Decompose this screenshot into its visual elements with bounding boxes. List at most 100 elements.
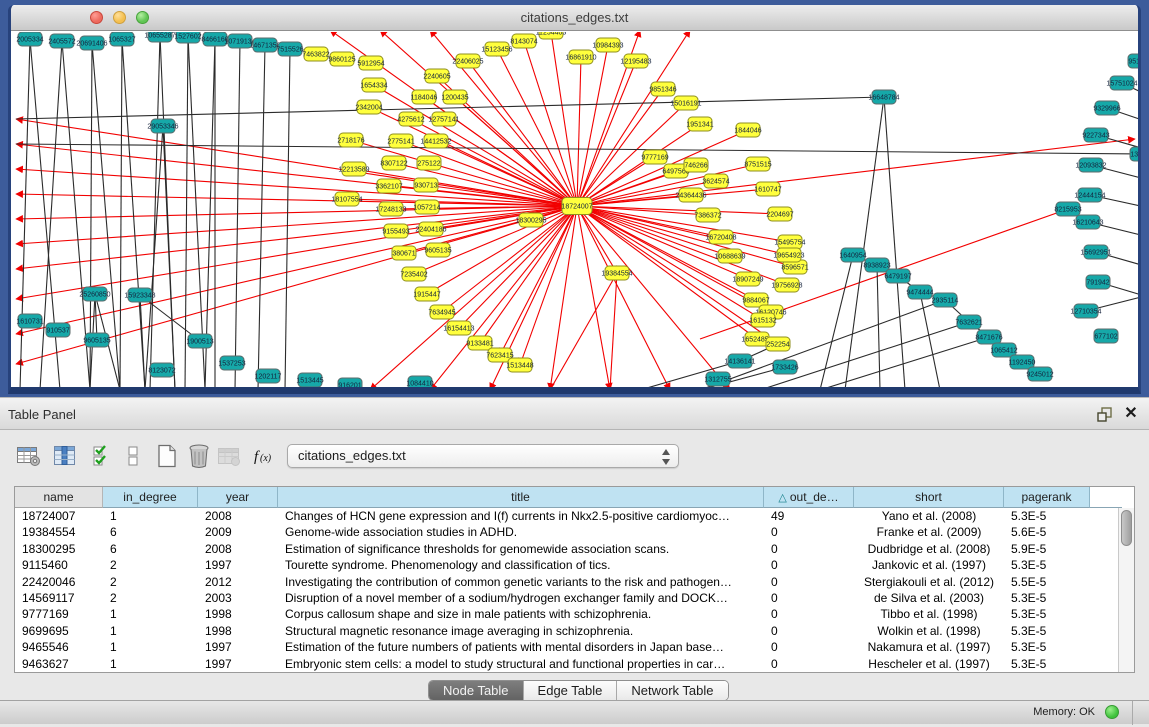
network-canvas[interactable]: 1872400722406051184046427561227751418307…	[11, 32, 1138, 387]
column-header-out-de-[interactable]: △out_de…	[764, 487, 854, 508]
cell-year[interactable]: 2008	[198, 541, 278, 557]
table-row[interactable]: 2242004622012Investigating the contribut…	[15, 574, 1118, 590]
cell-pagerank[interactable]: 5.3E-5	[1004, 606, 1090, 622]
cell-short[interactable]: Stergiakouli et al. (2012)	[854, 574, 1004, 590]
float-window-icon[interactable]	[1095, 405, 1115, 423]
cell-pagerank[interactable]: 5.3E-5	[1004, 623, 1090, 639]
table-row[interactable]: 1938455462009Genome-wide association stu…	[15, 524, 1118, 540]
cell-short[interactable]: Yano et al. (2008)	[854, 508, 1004, 524]
cell-short[interactable]: Franke et al. (2009)	[854, 524, 1004, 540]
cell-short[interactable]: Dudbridge et al. (2008)	[854, 541, 1004, 557]
scrollbar-thumb[interactable]	[1121, 510, 1132, 546]
cell-in-degree[interactable]: 1	[103, 606, 198, 622]
cell-out-de-[interactable]: 0	[764, 541, 854, 557]
cell-title[interactable]: Embryonic stem cells: a model to study s…	[278, 656, 764, 672]
cell-in-degree[interactable]: 1	[103, 508, 198, 524]
function-builder-button[interactable]: f (x)	[250, 440, 280, 472]
table-row[interactable]: 946362711997Embryonic stem cells: a mode…	[15, 656, 1118, 672]
cell-out-de-[interactable]: 0	[764, 524, 854, 540]
cell-title[interactable]: Investigating the contribution of common…	[278, 574, 764, 590]
cell-short[interactable]: de Silva et al. (2003)	[854, 590, 1004, 606]
cell-out-de-[interactable]: 0	[764, 557, 854, 573]
cell-title[interactable]: Estimation of significance thresholds fo…	[278, 541, 764, 557]
tab-network-table[interactable]: Network Table	[617, 681, 727, 700]
cell-out-de-[interactable]: 0	[764, 623, 854, 639]
cell-title[interactable]: Structural magnetic resonance image aver…	[278, 623, 764, 639]
cell-year[interactable]: 1997	[198, 656, 278, 672]
cell-out-de-[interactable]: 0	[764, 590, 854, 606]
column-header-short[interactable]: short	[854, 487, 1004, 508]
table-select-dropdown[interactable]: citations_edges.txt	[287, 444, 679, 468]
cell-pagerank[interactable]: 5.9E-5	[1004, 541, 1090, 557]
cell-pagerank[interactable]: 5.3E-5	[1004, 508, 1090, 524]
cell-pagerank[interactable]: 5.3E-5	[1004, 557, 1090, 573]
cell-name[interactable]: 9777169	[15, 606, 103, 622]
table-row[interactable]: 946554611997Estimation of the future num…	[15, 639, 1118, 655]
delete-column-button[interactable]	[184, 440, 214, 472]
show-selected-columns-button[interactable]	[50, 440, 80, 472]
cell-in-degree[interactable]: 2	[103, 590, 198, 606]
delete-table-button[interactable]	[214, 440, 244, 472]
cell-in-degree[interactable]: 1	[103, 623, 198, 639]
cell-name[interactable]: 9465546	[15, 639, 103, 655]
cell-year[interactable]: 1998	[198, 606, 278, 622]
cell-name[interactable]: 14569117	[15, 590, 103, 606]
cell-year[interactable]: 2008	[198, 508, 278, 524]
cell-name[interactable]: 9115460	[15, 557, 103, 573]
column-header-title[interactable]: title	[278, 487, 764, 508]
cell-name[interactable]: 22420046	[15, 574, 103, 590]
window-titlebar[interactable]: citations_edges.txt	[11, 5, 1138, 31]
cell-year[interactable]: 1998	[198, 623, 278, 639]
vertical-scrollbar[interactable]	[1118, 508, 1134, 672]
table-row[interactable]: 977716911998Corpus callosum shape and si…	[15, 606, 1118, 622]
cell-short[interactable]: Tibbo et al. (1998)	[854, 606, 1004, 622]
cell-name[interactable]: 18724007	[15, 508, 103, 524]
cell-title[interactable]: Corpus callosum shape and size in male p…	[278, 606, 764, 622]
cell-short[interactable]: Wolkin et al. (1998)	[854, 623, 1004, 639]
cell-short[interactable]: Hescheler et al. (1997)	[854, 656, 1004, 672]
cell-out-de-[interactable]: 0	[764, 639, 854, 655]
cell-in-degree[interactable]: 6	[103, 524, 198, 540]
cell-out-de-[interactable]: 49	[764, 508, 854, 524]
cell-name[interactable]: 19384554	[15, 524, 103, 540]
cell-year[interactable]: 2003	[198, 590, 278, 606]
cell-out-de-[interactable]: 0	[764, 574, 854, 590]
cell-pagerank[interactable]: 5.6E-5	[1004, 524, 1090, 540]
node-attribute-table[interactable]: namein_degreeyeartitle△out_de…shortpager…	[14, 486, 1135, 673]
close-icon[interactable]: ✕	[1122, 404, 1140, 424]
tab-edge-table[interactable]: Edge Table	[524, 681, 618, 700]
table-row[interactable]: 1872400712008Changes of HCN gene express…	[15, 508, 1118, 524]
cell-out-de-[interactable]: 0	[764, 606, 854, 622]
deselect-all-button[interactable]	[118, 440, 148, 472]
column-header-in-degree[interactable]: in_degree	[103, 487, 198, 508]
network-view-window[interactable]: citations_edges.txt 18724007224060511840…	[8, 5, 1141, 394]
column-header-pagerank[interactable]: pagerank	[1004, 487, 1090, 508]
cell-name[interactable]: 9699695	[15, 623, 103, 639]
cell-title[interactable]: Disruption of a novel member of a sodium…	[278, 590, 764, 606]
cell-in-degree[interactable]: 2	[103, 557, 198, 573]
cell-year[interactable]: 2009	[198, 524, 278, 540]
table-row[interactable]: 969969511998Structural magnetic resonanc…	[15, 623, 1118, 639]
cell-in-degree[interactable]: 1	[103, 639, 198, 655]
cell-title[interactable]: Changes of HCN gene expression and I(f) …	[278, 508, 764, 524]
table-row[interactable]: 1830029562008Estimation of significance …	[15, 541, 1118, 557]
new-column-button[interactable]	[152, 440, 182, 472]
cell-short[interactable]: Nakamura et al. (1997)	[854, 639, 1004, 655]
table-row[interactable]: 911546021997Tourette syndrome. Phenomeno…	[15, 557, 1118, 573]
cell-name[interactable]: 18300295	[15, 541, 103, 557]
cell-year[interactable]: 2012	[198, 574, 278, 590]
cell-in-degree[interactable]: 2	[103, 574, 198, 590]
cell-name[interactable]: 9463627	[15, 656, 103, 672]
cell-pagerank[interactable]: 5.3E-5	[1004, 656, 1090, 672]
cell-in-degree[interactable]: 1	[103, 656, 198, 672]
column-settings-button[interactable]	[14, 440, 44, 472]
cell-pagerank[interactable]: 5.3E-5	[1004, 590, 1090, 606]
cell-pagerank[interactable]: 5.3E-5	[1004, 639, 1090, 655]
cell-title[interactable]: Tourette syndrome. Phenomenology and cla…	[278, 557, 764, 573]
cell-title[interactable]: Estimation of the future numbers of pati…	[278, 639, 764, 655]
cell-year[interactable]: 1997	[198, 639, 278, 655]
memory-ok-indicator-icon[interactable]	[1105, 705, 1119, 719]
select-all-button[interactable]	[88, 440, 118, 472]
cell-year[interactable]: 1997	[198, 557, 278, 573]
table-row[interactable]: 1456911722003Disruption of a novel membe…	[15, 590, 1118, 606]
